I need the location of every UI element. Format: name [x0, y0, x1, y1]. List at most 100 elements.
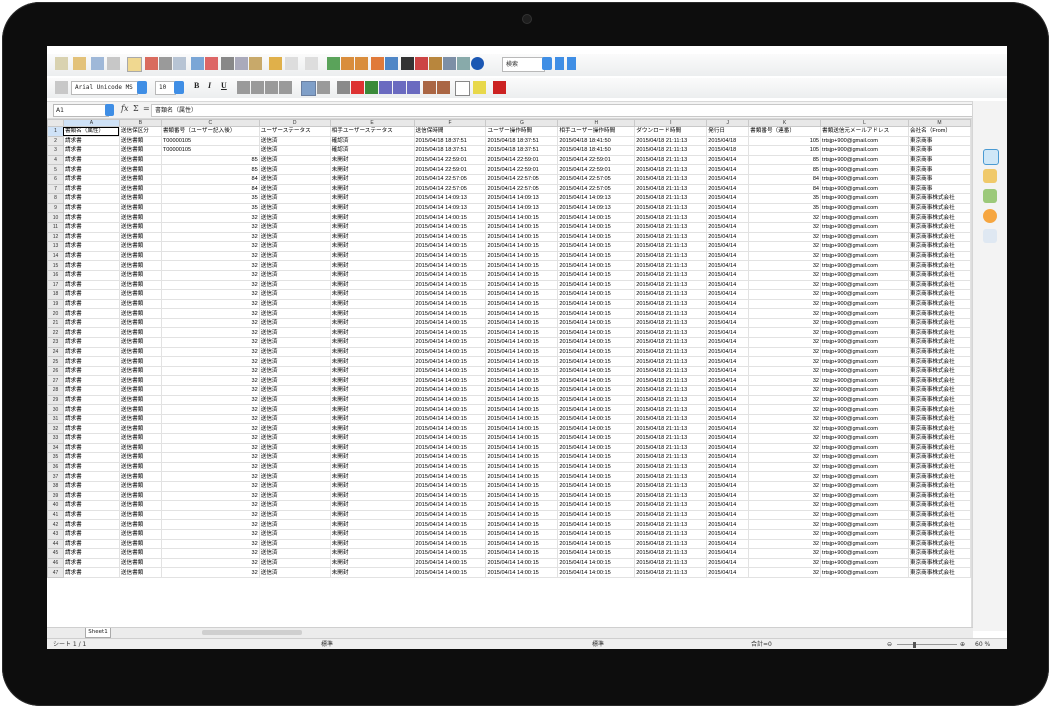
cell[interactable]: 送信書類	[118, 356, 162, 367]
cell[interactable]: 85	[748, 164, 822, 175]
cell[interactable]: ユーザーステータス	[258, 126, 331, 137]
cell[interactable]: 2015/04/14	[706, 528, 750, 540]
column-header[interactable]: L	[820, 119, 909, 127]
cell[interactable]: 東京商事株式会社	[907, 289, 971, 300]
cell[interactable]: 2015/04/18 21:11:13	[634, 193, 708, 204]
cell[interactable]: 東京商事株式会社	[907, 471, 971, 482]
cell[interactable]: 東京商事株式会社	[907, 193, 971, 204]
cell[interactable]: 未開封	[329, 193, 415, 204]
cell[interactable]: 32	[160, 221, 260, 233]
cell[interactable]: 2015/04/14 14:00:15	[413, 298, 487, 310]
cell[interactable]: trtsjp+900@gmail.com	[820, 538, 909, 550]
cell[interactable]: 2015/04/14	[706, 509, 750, 521]
cell[interactable]: ユーザー操作時間	[485, 126, 559, 137]
row-header[interactable]: 42	[47, 519, 64, 530]
cell[interactable]: 32	[160, 461, 260, 473]
cell[interactable]: trtsjp+900@gmail.com	[820, 154, 909, 166]
cell[interactable]: 35	[160, 193, 260, 204]
cell[interactable]: 2015/04/14 14:00:15	[413, 452, 487, 463]
cell[interactable]: trtsjp+900@gmail.com	[820, 375, 909, 387]
cell[interactable]: 32	[748, 548, 822, 559]
functions-sidebar-icon[interactable]	[983, 229, 997, 243]
cell[interactable]: trtsjp+900@gmail.com	[820, 365, 909, 377]
row-header[interactable]: 27	[47, 375, 64, 387]
cell[interactable]: 書類番号（連番）	[748, 126, 822, 137]
cell[interactable]: 東京商事株式会社	[907, 442, 971, 454]
cell[interactable]: trtsjp+900@gmail.com	[820, 135, 909, 147]
cell[interactable]: trtsjp+900@gmail.com	[820, 279, 909, 291]
cell[interactable]: trtsjp+900@gmail.com	[820, 260, 909, 271]
cell[interactable]: 2015/04/14 14:00:15	[413, 490, 487, 502]
cell[interactable]: 2015/04/14 14:00:15	[557, 221, 636, 233]
cell[interactable]: trtsjp+900@gmail.com	[820, 471, 909, 482]
cell[interactable]: 2015/04/14 14:00:15	[557, 337, 636, 348]
cell[interactable]: 84	[160, 173, 260, 185]
font-size-dropdown[interactable]	[174, 81, 184, 94]
cell[interactable]: 送信済	[258, 231, 331, 243]
cell[interactable]: 請求書	[62, 308, 120, 319]
cell[interactable]: 32	[748, 346, 822, 358]
cell[interactable]: 請求書	[62, 145, 120, 156]
cell[interactable]: 送信済	[258, 212, 331, 223]
cell[interactable]: 未開封	[329, 327, 415, 339]
cell[interactable]: 2015/04/14 14:00:15	[413, 557, 487, 569]
cell[interactable]: 2015/04/14 14:00:15	[413, 250, 487, 262]
cell[interactable]: 32	[748, 538, 822, 550]
cell[interactable]: 32	[160, 241, 260, 252]
cell[interactable]: 未開封	[329, 250, 415, 262]
cell[interactable]: 32	[160, 327, 260, 339]
cell[interactable]: 32	[160, 365, 260, 377]
cell[interactable]: 2015/04/14 14:09:13	[485, 202, 559, 214]
cell[interactable]: 2015/04/18 21:11:13	[634, 365, 708, 377]
cell[interactable]: 32	[160, 212, 260, 223]
gallery-sidebar-icon[interactable]	[983, 189, 997, 203]
cell[interactable]: 東京商事株式会社	[907, 260, 971, 271]
cell[interactable]: 請求書	[62, 538, 120, 550]
row-header[interactable]: 20	[47, 308, 64, 319]
cell[interactable]: 送信保区分	[118, 126, 162, 137]
cell[interactable]: trtsjp+900@gmail.com	[820, 193, 909, 204]
cell[interactable]: 相手ユーザーステータス	[329, 126, 415, 137]
cell[interactable]: 2015/04/14 14:00:15	[485, 279, 559, 291]
cell[interactable]: 2015/04/14 14:00:15	[485, 346, 559, 358]
cell[interactable]: 2015/04/18 21:11:13	[634, 538, 708, 550]
cell[interactable]: 2015/04/18 21:11:13	[634, 461, 708, 473]
cell[interactable]: 書類送信元メールアドレス	[820, 126, 909, 137]
find-binoculars-icon[interactable]	[401, 57, 414, 70]
cell[interactable]: 請求書	[62, 327, 120, 339]
cell[interactable]: 2015/04/18 21:11:13	[634, 404, 708, 415]
cell[interactable]: 2015/04/18 21:11:13	[634, 183, 708, 195]
cell[interactable]: 2015/04/14	[706, 500, 750, 511]
row-header[interactable]: 46	[47, 557, 64, 569]
cell[interactable]: 請求書	[62, 269, 120, 281]
cell[interactable]: 2015/04/18 18:37:51	[413, 145, 487, 156]
row-header[interactable]: 38	[47, 480, 64, 492]
cell[interactable]: 32	[160, 567, 260, 578]
cell[interactable]: 送信書類	[118, 298, 162, 310]
cell[interactable]: 2015/04/14 14:00:15	[413, 308, 487, 319]
cell[interactable]: 送信済	[258, 154, 331, 166]
row-header[interactable]: 40	[47, 500, 64, 511]
cell[interactable]: 2015/04/14 14:00:15	[413, 423, 487, 434]
sum-icon[interactable]: Σ	[133, 104, 139, 113]
cell[interactable]: 送信書類	[118, 413, 162, 425]
hyperlink-icon[interactable]	[327, 57, 340, 70]
cell[interactable]: 2015/04/14 22:59:01	[557, 154, 636, 166]
row-header[interactable]: 24	[47, 346, 64, 358]
cell[interactable]: 32	[160, 385, 260, 396]
cell[interactable]: 2015/04/14 14:00:15	[485, 423, 559, 434]
cell[interactable]: 東京商事株式会社	[907, 519, 971, 530]
cell[interactable]: trtsjp+900@gmail.com	[820, 308, 909, 319]
cell[interactable]: 2015/04/14	[706, 404, 750, 415]
cell[interactable]: 請求書	[62, 221, 120, 233]
cell[interactable]: 送信書類	[118, 557, 162, 569]
name-box-dropdown[interactable]	[105, 104, 114, 116]
cell[interactable]: 未開封	[329, 269, 415, 281]
cell[interactable]: 2015/04/14 14:09:13	[557, 193, 636, 204]
cell[interactable]: 請求書	[62, 519, 120, 530]
cell[interactable]: trtsjp+900@gmail.com	[820, 461, 909, 473]
cell[interactable]: 35	[748, 202, 822, 214]
row-header[interactable]: 11	[47, 221, 64, 233]
cell[interactable]: 送信済	[258, 241, 331, 252]
column-header[interactable]: G	[485, 119, 559, 127]
